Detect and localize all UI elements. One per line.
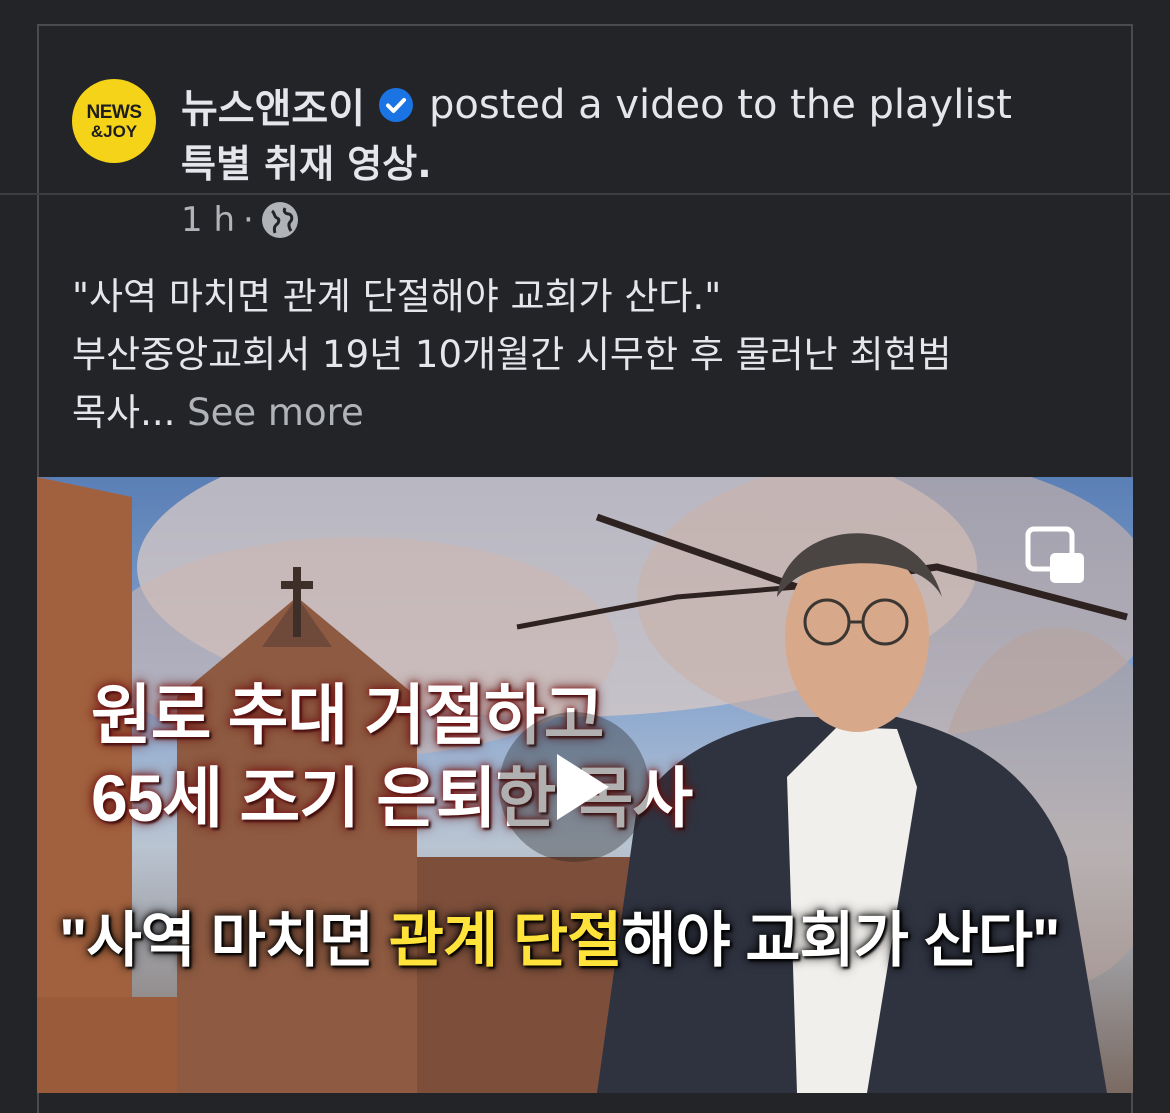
playlist-link[interactable]: 특별 취재 영상. xyxy=(181,133,432,188)
post-body-text: "사역 마치면 관계 단절해야 교회가 산다." 부산중앙교회서 19년 10개… xyxy=(72,268,1122,442)
action-text: posted a video to the playlist xyxy=(429,82,1012,128)
avatar-logo-text: NEWS xyxy=(86,101,143,123)
globe-icon xyxy=(261,202,298,238)
avatar-logo-text-2: &JOY xyxy=(90,121,138,141)
post-meta: 1 h · xyxy=(181,200,298,240)
video-caption-part1: "사역 마치면 xyxy=(59,907,389,974)
see-more-link[interactable]: See more xyxy=(187,391,364,434)
page-name-link[interactable]: 뉴스앤조이 xyxy=(181,76,365,134)
page-avatar[interactable]: NEWS &JOY xyxy=(72,79,156,163)
video-caption-highlight: 관계 단절 xyxy=(388,907,622,974)
post-text-line: "사역 마치면 관계 단절해야 교회가 산다." xyxy=(72,275,722,318)
video-thumbnail[interactable]: 원로 추대 거절하고 65세 조기 은퇴한 목사 "사역 마치면 관계 단절해야… xyxy=(37,477,1133,1093)
verified-badge-icon xyxy=(379,88,413,122)
divider xyxy=(0,193,1170,195)
post-text-line-3: 목사... xyxy=(72,391,176,434)
post-text-line: 부산중앙교회서 19년 10개월간 시무한 후 물러난 최현범 xyxy=(72,333,952,376)
post-text-line: 목사... See more xyxy=(72,384,1122,442)
picture-in-picture-icon[interactable] xyxy=(1024,525,1088,589)
post-header: 뉴스앤조이 posted a video to the playlist xyxy=(181,76,1012,134)
video-caption: "사역 마치면 관계 단절해야 교회가 산다" xyxy=(59,892,1060,979)
meta-separator: · xyxy=(243,200,254,240)
video-caption-part2: 해야 교회가 산다" xyxy=(621,907,1060,974)
play-icon[interactable] xyxy=(499,712,649,862)
post-time[interactable]: 1 h xyxy=(181,200,235,240)
